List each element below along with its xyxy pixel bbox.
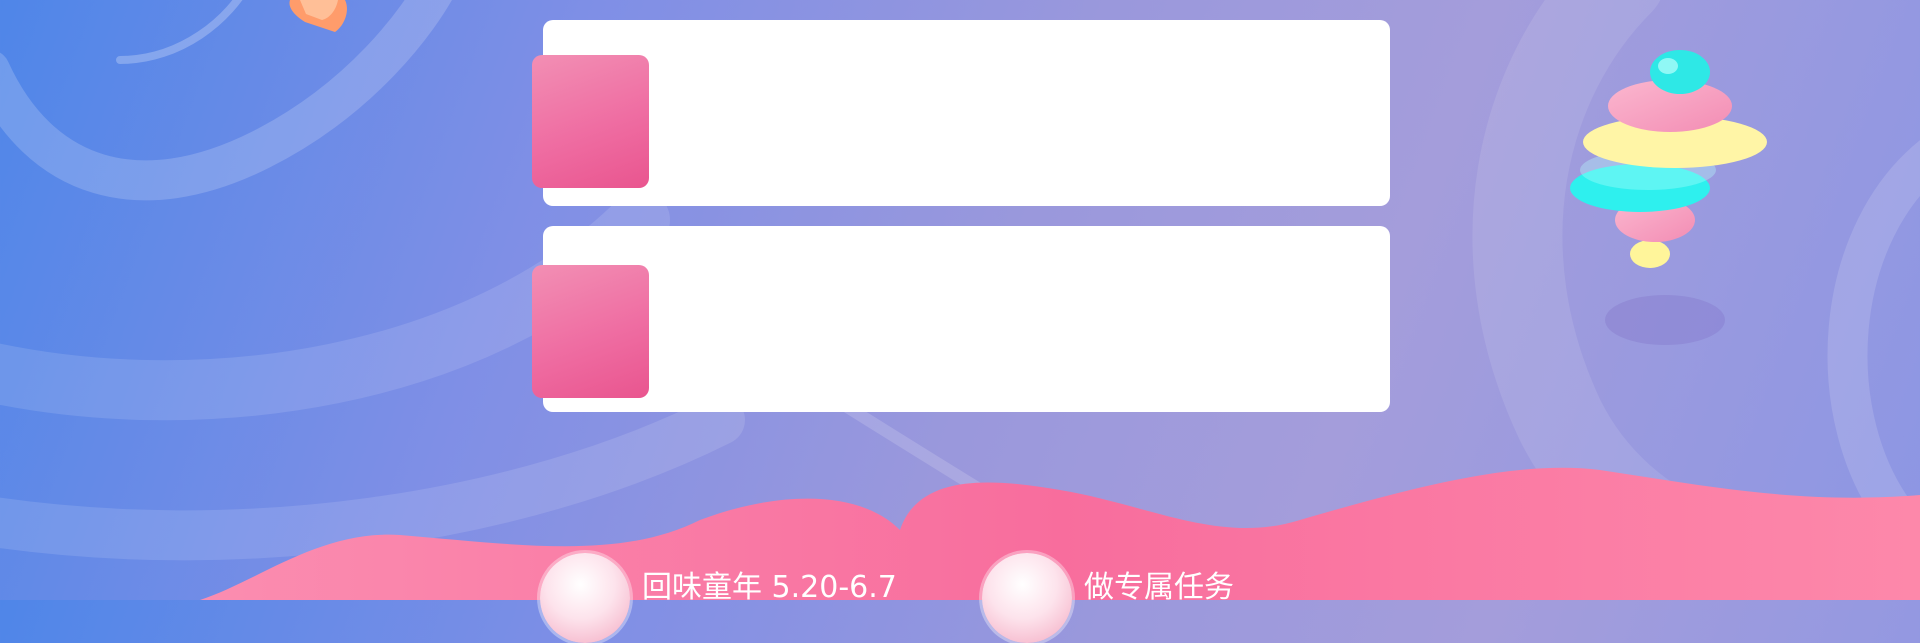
footer-item-label: 做专属任务 bbox=[1084, 570, 1234, 605]
footer-item-childhood-event[interactable]: 回味童年 5.20-6.7 bbox=[540, 553, 897, 643]
card-2-thumbnail[interactable] bbox=[532, 265, 649, 398]
card-1[interactable] bbox=[543, 20, 1390, 206]
candy-corner-icon bbox=[289, 0, 347, 32]
card-1-thumbnail[interactable] bbox=[532, 55, 649, 188]
candy-badge-icon bbox=[540, 553, 630, 643]
card-2[interactable] bbox=[543, 226, 1390, 412]
footer-item-label: 回味童年 5.20-6.7 bbox=[642, 570, 897, 605]
marshmallow-twist-icon bbox=[1570, 50, 1767, 345]
footer-item-exclusive-task[interactable]: 做专属任务 bbox=[982, 553, 1234, 643]
candy-badge-icon bbox=[982, 553, 1072, 643]
